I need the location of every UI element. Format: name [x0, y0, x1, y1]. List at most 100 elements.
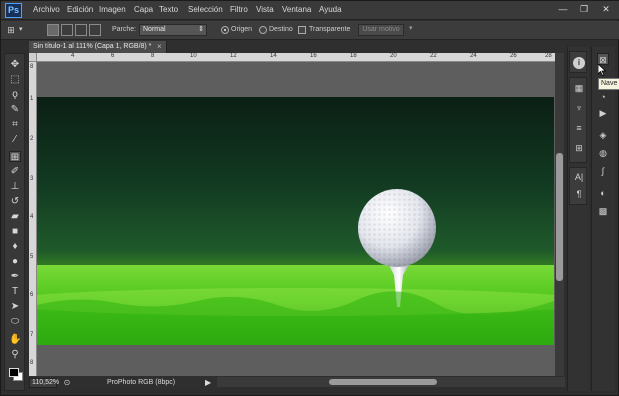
quick-selection-tool-icon[interactable]: ✎	[9, 104, 21, 115]
horizontal-ruler[interactable]: 4 6 8 10 12 14 16 18 20 22 24 26 28	[37, 53, 555, 62]
menu-filtro[interactable]: Filtro	[230, 5, 248, 14]
lasso-tool-icon[interactable]: ϙ	[9, 89, 21, 100]
ruler-number: 1	[30, 96, 34, 102]
vertical-ruler[interactable]: 8 1 2 3 4 5 6 7 8	[29, 62, 37, 376]
subtract-selection-icon[interactable]	[75, 24, 87, 36]
menu-archivo[interactable]: Archivo	[33, 5, 60, 14]
document-tab[interactable]: Sin título-1 al 111% (Capa 1, RGB/8) * ×	[29, 41, 167, 53]
ruler-number: 8	[151, 53, 155, 59]
horizontal-scroll-thumb[interactable]	[329, 379, 437, 385]
histogram-icon[interactable]: ▦	[573, 82, 585, 94]
ruler-number: 24	[470, 53, 477, 59]
parche-label: Parche:	[112, 26, 137, 33]
gradient-tool-icon[interactable]: ■	[9, 226, 21, 237]
zoom-tool-icon[interactable]: ⚲	[9, 349, 21, 360]
history-brush-tool-icon[interactable]: ↺	[9, 196, 21, 207]
ruler-origin[interactable]	[29, 53, 37, 62]
status-bar: 110,52% ⊙ ProPhoto RGB (8bpc) ▶	[29, 377, 217, 389]
shape-tool-icon[interactable]: ⬭	[9, 316, 21, 327]
ruler-number: 4	[71, 53, 75, 59]
parche-select-value: Normal	[143, 26, 166, 33]
menu-capa[interactable]: Capa	[134, 5, 153, 14]
color-icon[interactable]: ◐	[597, 187, 609, 199]
tool-presets-icon[interactable]: ≡	[573, 122, 585, 134]
photoshop-window: Ps Archivo Edición Imagen Capa Texto Sel…	[0, 0, 619, 396]
panel-dock-icons: ⊠ ◔ ▶ ◈ ◍ ∫ ◐ ▩	[591, 47, 615, 391]
menu-edicion[interactable]: Edición	[67, 5, 93, 14]
clone-source-icon[interactable]: ⊞	[573, 142, 585, 154]
channels-icon[interactable]: ◍	[597, 147, 609, 159]
ruler-number: 4	[30, 214, 34, 220]
ruler-number: 16	[310, 53, 317, 59]
menu-imagen[interactable]: Imagen	[99, 5, 126, 14]
transparente-label: Transparente	[309, 26, 351, 33]
restore-button[interactable]: ❐	[577, 3, 591, 15]
vertical-scroll-thumb[interactable]	[556, 153, 563, 281]
app-logo: Ps	[5, 3, 22, 18]
new-selection-icon[interactable]	[47, 24, 59, 36]
document-tab-bar: Sin título-1 al 111% (Capa 1, RGB/8) * ×	[29, 41, 565, 53]
patch-tool-preset-icon[interactable]: ⊞	[5, 24, 17, 36]
origen-radio[interactable]	[221, 26, 229, 34]
type-tool-icon[interactable]: T	[9, 286, 21, 297]
ruler-number: 28	[545, 53, 552, 59]
layers-icon[interactable]: ◈	[597, 129, 609, 141]
destino-label: Destino	[269, 26, 293, 33]
paragraph-icon[interactable]: ¶	[573, 188, 585, 200]
blur-tool-icon[interactable]: ♦	[9, 241, 21, 252]
share-icon[interactable]: ⊙	[61, 377, 73, 389]
ruler-number: 26	[510, 53, 517, 59]
ruler-number: 8	[30, 64, 34, 70]
clone-stamp-tool-icon[interactable]: ⊥	[9, 181, 21, 192]
character-panel-group: A| ¶	[569, 167, 587, 205]
marquee-tool-icon[interactable]: ⬚	[9, 74, 21, 85]
foreground-color-swatch[interactable]	[9, 368, 19, 377]
ruler-number: 8	[30, 360, 34, 366]
menu-ayuda[interactable]: Ayuda	[319, 5, 342, 14]
swatches-icon[interactable]: ▩	[597, 205, 609, 217]
document-canvas[interactable]	[37, 97, 554, 345]
navigator-tooltip: Nave	[598, 78, 619, 90]
pen-tool-icon[interactable]: ✒	[9, 271, 21, 282]
eraser-tool-icon[interactable]: ▰	[9, 211, 21, 222]
brush-tool-icon[interactable]: ✐	[9, 166, 21, 177]
paths-icon[interactable]: ∫	[597, 165, 609, 177]
patch-tool-icon[interactable]: ⊞	[9, 151, 21, 163]
close-button[interactable]: ✕	[599, 3, 613, 15]
menu-vista[interactable]: Vista	[256, 5, 274, 14]
ruler-number: 10	[190, 53, 197, 59]
preset-dropdown-arrow-icon[interactable]: ▾	[19, 25, 23, 33]
ruler-number: 6	[30, 292, 34, 298]
usar-motivo-button[interactable]: Usar motivo	[358, 24, 404, 36]
pattern-picker-icon[interactable]: ▾	[409, 24, 413, 32]
eyedropper-tool-icon[interactable]: ⁄	[9, 134, 21, 145]
zoom-level-field[interactable]: 110,52%	[29, 378, 59, 388]
actions-icon[interactable]: ▶	[597, 107, 609, 119]
path-selection-tool-icon[interactable]: ➤	[9, 301, 21, 312]
parche-select[interactable]: Normal ⇕	[139, 24, 207, 36]
add-selection-icon[interactable]	[61, 24, 73, 36]
transparente-checkbox[interactable]	[298, 26, 306, 34]
intersect-selection-icon[interactable]	[89, 24, 101, 36]
crop-tool-icon[interactable]: ⌗	[9, 119, 21, 130]
dodge-tool-icon[interactable]: ●	[9, 256, 21, 267]
ruler-number: 22	[430, 53, 437, 59]
menu-ventana[interactable]: Ventana	[282, 5, 311, 14]
menu-seleccion[interactable]: Selección	[188, 5, 223, 14]
menu-texto[interactable]: Texto	[159, 5, 178, 14]
destino-radio[interactable]	[259, 26, 267, 34]
document-tab-title: Sin título-1 al 111% (Capa 1, RGB/8) *	[33, 43, 152, 50]
info-icon[interactable]: i	[573, 57, 585, 69]
history-icon[interactable]: ◔	[597, 91, 609, 103]
minimize-button[interactable]: —	[556, 3, 570, 15]
tab-close-icon[interactable]: ×	[157, 41, 162, 53]
move-tool-icon[interactable]: ✥	[9, 59, 21, 70]
ruler-number: 12	[230, 53, 237, 59]
status-menu-arrow-icon[interactable]: ▶	[205, 378, 211, 387]
brush-presets-icon[interactable]: ♆	[573, 102, 585, 114]
ruler-number: 2	[30, 136, 34, 142]
hand-tool-icon[interactable]: ✋	[9, 334, 21, 345]
mouse-cursor-icon	[598, 64, 606, 76]
options-bar: ⊞ ▾ Parche: Normal ⇕ Origen Destino Tran…	[1, 21, 619, 40]
character-icon[interactable]: A|	[573, 171, 585, 183]
